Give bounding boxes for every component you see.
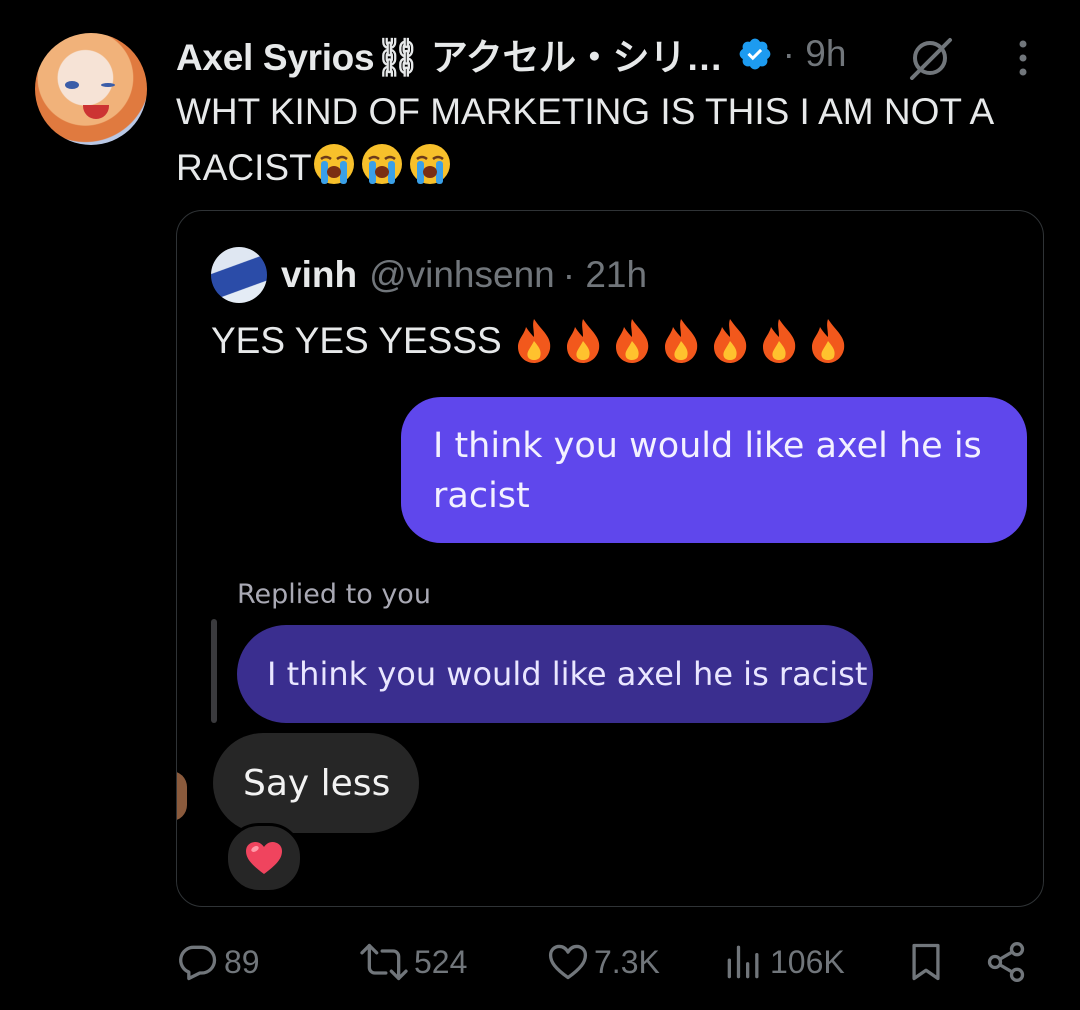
fire-icon bbox=[811, 319, 844, 363]
like-count: 7.3K bbox=[594, 943, 660, 980]
tweet-text: WHT KIND OF MARKETING IS THIS I AM NOT A… bbox=[176, 84, 1056, 196]
chat-received-bubble: Say less bbox=[213, 733, 419, 833]
repost-count: 524 bbox=[414, 943, 468, 980]
analytics-icon bbox=[727, 945, 759, 979]
chat-sent-bubble: I think you would like axel he is racist bbox=[401, 397, 1027, 543]
chat-reply-indicator bbox=[211, 619, 217, 723]
quoted-author-avatar[interactable] bbox=[211, 247, 267, 303]
reply-count: 89 bbox=[224, 943, 260, 980]
view-count: 106K bbox=[770, 943, 845, 980]
fire-emojis bbox=[512, 317, 855, 365]
quoted-tweet-text-content: YES YES YESSS bbox=[211, 320, 502, 361]
loudly-crying-face-icon bbox=[409, 144, 450, 184]
quoted-author-handle[interactable]: @vinhsenn bbox=[369, 254, 555, 296]
fire-icon bbox=[713, 319, 746, 363]
fire-icon bbox=[517, 319, 550, 363]
heart-icon bbox=[548, 944, 588, 980]
tweet-actions: 89 524 7.3K 106K bbox=[0, 930, 1080, 994]
avatar-eye-wink bbox=[101, 83, 115, 87]
grok-icon[interactable] bbox=[906, 36, 954, 80]
bookmark-button[interactable] bbox=[904, 930, 952, 994]
quoted-author-name[interactable]: vinh bbox=[281, 254, 357, 296]
repost-button[interactable]: 524 bbox=[358, 930, 467, 994]
fire-icon bbox=[566, 319, 599, 363]
share-icon bbox=[987, 942, 1025, 982]
chat-replied-bubble: I think you would like axel he is racist bbox=[237, 625, 873, 723]
avatar-mouth bbox=[83, 105, 109, 119]
more-options-icon[interactable] bbox=[1010, 38, 1036, 78]
chat-replied-label: Replied to you bbox=[237, 579, 431, 610]
fire-icon bbox=[762, 319, 795, 363]
quoted-tweet-time: · 21h bbox=[562, 254, 648, 295]
fire-icon bbox=[664, 319, 697, 363]
loudly-crying-face-icon bbox=[313, 144, 354, 184]
author-name[interactable]: Axel Syrios⛓ アクセル・シリ… bbox=[176, 27, 723, 81]
chat-contact-avatar bbox=[177, 771, 187, 821]
verified-badge-icon bbox=[739, 38, 771, 70]
quoted-tweet-text: YES YES YESSS bbox=[211, 317, 855, 365]
chat-reaction bbox=[225, 823, 303, 893]
heart-reaction-icon bbox=[246, 842, 282, 874]
reply-icon bbox=[179, 945, 217, 981]
bookmark-icon bbox=[912, 943, 940, 981]
views-button[interactable]: 106K bbox=[722, 930, 845, 994]
tweet-text-content: WHT KIND OF MARKETING IS THIS I AM NOT A… bbox=[176, 91, 993, 188]
reply-button[interactable]: 89 bbox=[176, 930, 260, 994]
tweet-emojis bbox=[312, 142, 456, 186]
loudly-crying-face-icon bbox=[361, 144, 402, 184]
quoted-tweet[interactable]: vinh @vinhsenn · 21h YES YES YESSS I thi… bbox=[176, 210, 1044, 907]
repost-icon bbox=[360, 943, 408, 981]
fire-icon bbox=[615, 319, 648, 363]
author-avatar[interactable] bbox=[35, 33, 147, 145]
tweet-header: Axel Syrios⛓ アクセル・シリ… · 9h bbox=[176, 30, 846, 78]
tweet-time[interactable]: · 9h bbox=[783, 33, 847, 75]
quoted-tweet-header: vinh @vinhsenn · 21h bbox=[281, 245, 647, 305]
share-button[interactable] bbox=[984, 930, 1032, 994]
like-button[interactable]: 7.3K bbox=[546, 930, 660, 994]
avatar-eye bbox=[65, 81, 79, 89]
